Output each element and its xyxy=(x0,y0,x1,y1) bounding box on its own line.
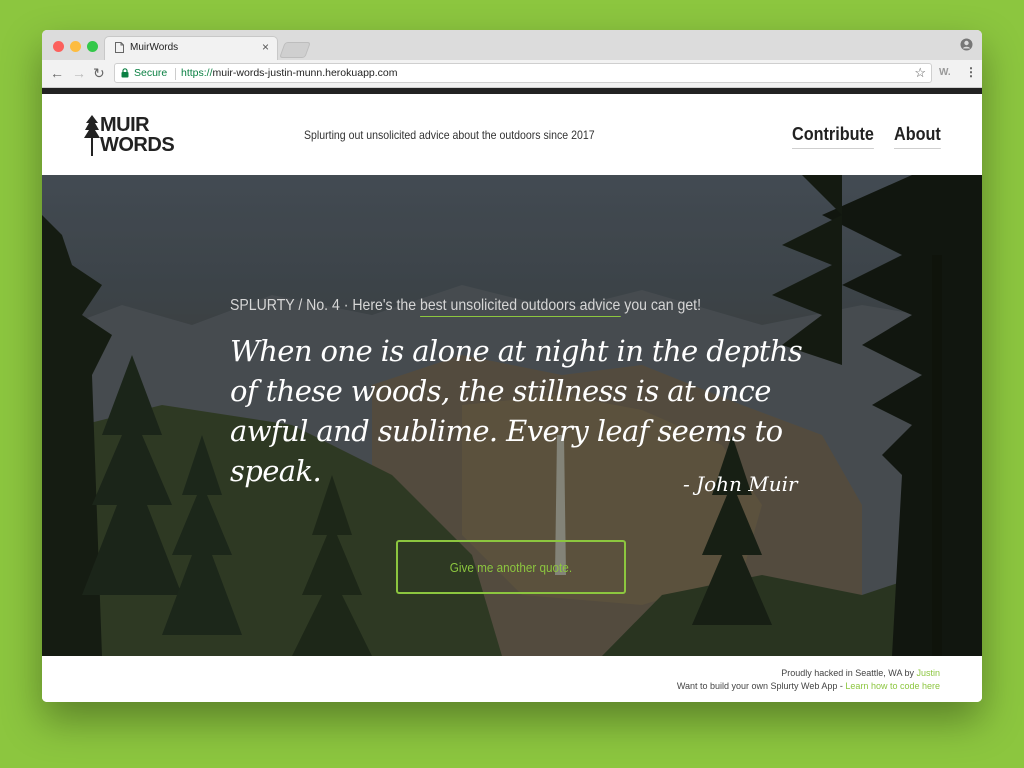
nav-contribute-link[interactable]: Contribute xyxy=(792,124,874,149)
minimize-window-button[interactable] xyxy=(70,41,81,52)
back-arrow-icon[interactable]: ← xyxy=(50,65,64,81)
forward-arrow-icon[interactable]: → xyxy=(72,65,86,81)
page-footer: Proudly hacked in Seattle, WA by Justin … xyxy=(42,656,982,702)
new-tab-button[interactable] xyxy=(279,42,311,58)
browser-toolbar: ← → ↻ Secure https://muir-words-justin-m… xyxy=(42,60,982,88)
footer-credit-text: Proudly hacked in Seattle, WA by xyxy=(781,668,917,678)
quote-text: When one is alone at night in the depths… xyxy=(230,334,803,488)
tab-strip: MuirWords × xyxy=(42,30,982,60)
footer-learn-text: Want to build your own Splurty Web App - xyxy=(676,681,846,691)
profile-icon[interactable] xyxy=(960,38,973,51)
address-divider xyxy=(175,68,176,80)
secure-label: Secure xyxy=(134,67,168,79)
kicker-suffix: you can get! xyxy=(620,297,701,314)
tab-close-icon[interactable]: × xyxy=(262,40,269,54)
kicker-highlight-link[interactable]: best unsolicited outdoors advice xyxy=(419,297,621,317)
web-page: MUIR WORDS Splurting out unsolicited adv… xyxy=(42,88,982,702)
logo-wordmark: MUIR WORDS xyxy=(100,114,175,156)
kicker-prefix: SPLURTY / No. 4 · Here's the xyxy=(230,297,420,314)
footer-author-link[interactable]: Justin xyxy=(916,668,940,678)
browser-menu-icon[interactable]: ⋮ xyxy=(965,65,977,79)
footer-learn-line: Want to build your own Splurty Web App -… xyxy=(677,681,940,691)
browser-window: MuirWords × ← → ↻ Secure https://muir-wo… xyxy=(42,30,982,702)
pine-tree-icon xyxy=(84,115,100,156)
address-bar[interactable]: Secure https://muir-words-justin-munn.he… xyxy=(114,63,932,83)
document-icon xyxy=(115,42,124,53)
extension-icon[interactable]: W. xyxy=(939,67,951,78)
site-tagline: Splurting out unsolicited advice about t… xyxy=(304,128,595,142)
another-quote-label: Give me another quote. xyxy=(449,559,573,575)
footer-credit-line: Proudly hacked in Seattle, WA by Justin xyxy=(781,668,940,678)
top-accent-bar xyxy=(42,88,982,94)
logo-line-muir: MUIR xyxy=(100,114,150,136)
quote-kicker: SPLURTY / No. 4 · Here's the best unsoli… xyxy=(230,297,701,317)
close-window-button[interactable] xyxy=(53,41,64,52)
tab-title: MuirWords xyxy=(130,42,179,53)
logo-line-words: WORDS xyxy=(100,134,175,156)
bookmark-star-icon[interactable]: ☆ xyxy=(914,65,926,81)
nav-about-link[interactable]: About xyxy=(894,124,941,149)
another-quote-button[interactable]: Give me another quote. xyxy=(396,540,626,594)
url-text[interactable]: https://muir-words-justin-munn.herokuapp… xyxy=(181,67,398,79)
zoom-window-button[interactable] xyxy=(87,41,98,52)
browser-tab[interactable]: MuirWords × xyxy=(104,36,278,60)
lock-icon xyxy=(121,68,129,78)
hero-section: SPLURTY / No. 4 · Here's the best unsoli… xyxy=(42,175,982,656)
footer-learn-link[interactable]: Learn how to code here xyxy=(845,681,940,691)
quote-author: - John Muir xyxy=(683,472,798,496)
reload-icon[interactable]: ↻ xyxy=(93,65,105,82)
url-scheme: https:// xyxy=(181,67,213,79)
url-host: muir-words-justin-munn.herokuapp.com xyxy=(212,67,398,79)
